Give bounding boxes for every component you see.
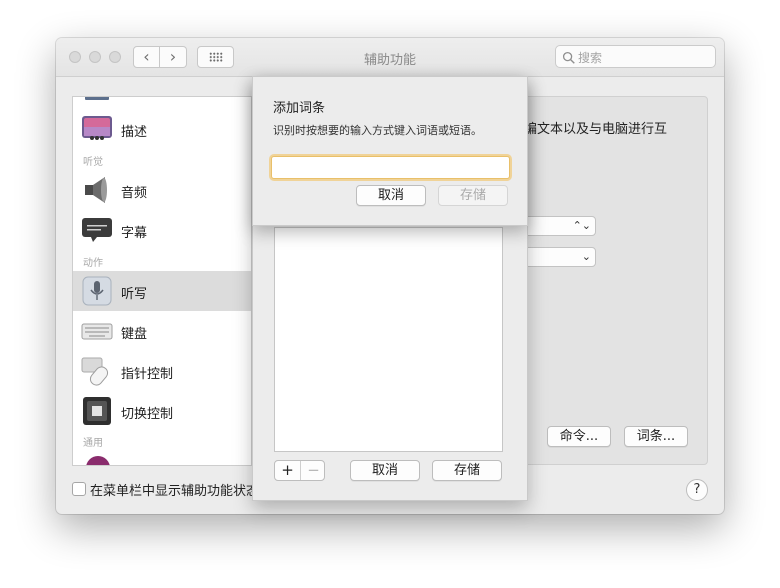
description-icon [82,116,112,140]
dictation-description: 编文本以及与电脑进行互 [524,122,668,137]
sidebar-item-label: 键盘 [121,327,148,342]
sidebar-item-keyboard[interactable]: 键盘 [73,311,251,351]
dialog-cancel-button[interactable]: 取消 [356,185,426,206]
sheet-cancel-button[interactable]: 取消 [350,460,420,481]
general-icon-partial [86,456,110,465]
add-entry-button[interactable]: + [275,461,300,480]
title-bar: ‹ › 辅助功能 搜索 [56,38,724,77]
section-header-motor: 动作 [83,258,103,269]
help-button[interactable]: ? [686,479,708,501]
commands-button[interactable]: 命令... [547,426,611,447]
sidebar-item-dictation[interactable]: 听写 [73,271,251,311]
vocabulary-list[interactable] [274,227,503,452]
keyboard-icon [81,323,113,340]
sidebar-item-pointer-control[interactable]: 指针控制 [73,351,251,391]
sidebar-item-audio[interactable]: 音频 [73,170,251,210]
menu-status-checkbox[interactable] [72,482,86,496]
add-entry-dialog: 添加词条 识别时按想要的输入方式键入词语或短语。 取消 存储 [252,76,528,226]
mic-popup[interactable]: ⌄ [516,247,596,267]
remove-entry-button[interactable]: − [301,461,326,480]
captions-icon [82,218,112,242]
chevron-down-icon: ⌄ [581,250,591,263]
dialog-title: 添加词条 [273,101,326,116]
section-header-hearing: 听觉 [83,157,103,168]
add-remove-control: + − [274,460,325,481]
menu-status-label: 在菜单栏中显示辅助功能状态 [90,484,260,499]
updown-chevron-icon: ⌃⌄ [572,219,591,232]
switch-control-icon [83,397,111,425]
search-placeholder: 搜索 [578,51,603,65]
entry-input[interactable] [271,156,510,179]
search-field[interactable]: 搜索 [555,45,716,68]
sidebar-item-label: 描述 [121,125,148,140]
search-icon [562,51,575,64]
sidebar-item-label: 切换控制 [121,407,174,422]
sidebar-item-description[interactable]: 描述 [73,109,251,149]
sidebar-item-label: 听写 [121,287,148,302]
section-header-general: 通用 [83,438,103,449]
mouse-icon [81,357,109,386]
speaker-icon [85,177,107,203]
dialog-message: 识别时按想要的输入方式键入词语或短语。 [273,124,482,137]
display-icon-partial [85,97,109,100]
sidebar-item-label: 字幕 [121,226,148,241]
vocabulary-button[interactable]: 词条... [624,426,688,447]
microphone-icon [82,276,112,306]
sheet-save-button[interactable]: 存储 [432,460,502,481]
sidebar-item-label: 指针控制 [121,367,174,382]
sidebar-item-switch-control[interactable]: 切换控制 [73,391,251,431]
dialog-save-button[interactable]: 存储 [438,185,508,206]
sidebar-item-captions[interactable]: 字幕 [73,210,251,250]
language-popup[interactable]: ⌃⌄ [516,216,596,236]
sidebar[interactable]: 描述 听觉 音频 字幕 动作 听写 键盘 指针控制 切换控制 通用 [72,96,252,466]
sidebar-item-label: 音频 [121,186,148,201]
